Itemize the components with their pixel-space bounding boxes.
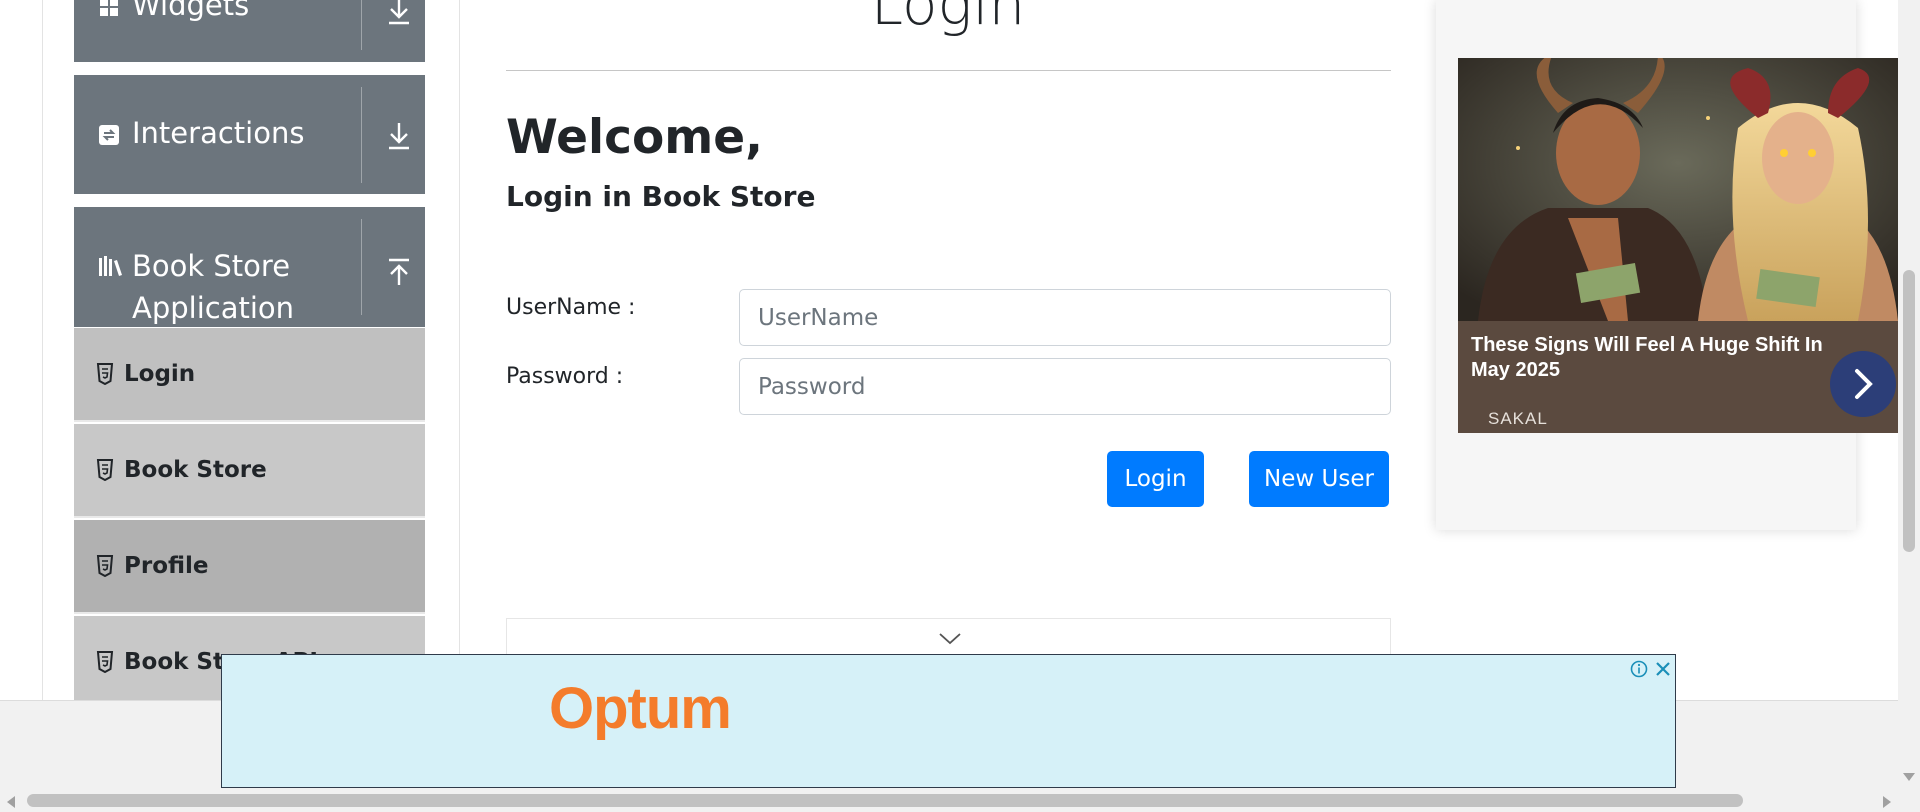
password-input[interactable] xyxy=(739,358,1391,415)
interactions-icon xyxy=(99,125,119,145)
sidebar-group-interactions[interactable]: Interactions xyxy=(74,75,425,194)
sidebar-item-label: Login xyxy=(124,361,196,387)
horizontal-scrollbar-thumb[interactable] xyxy=(27,794,1743,807)
welcome-heading: Welcome, xyxy=(506,110,764,165)
arrow-down-icon[interactable] xyxy=(386,0,412,26)
username-input[interactable] xyxy=(739,289,1391,346)
ad-next-button[interactable] xyxy=(1830,351,1896,417)
html5-icon xyxy=(96,459,114,481)
sidebar-group-label: Interactions xyxy=(132,116,305,150)
html5-icon xyxy=(96,555,114,577)
chevron-right-icon xyxy=(1855,369,1873,399)
ad-image xyxy=(1458,58,1898,321)
left-column-border xyxy=(42,0,43,700)
bottom-ad-banner[interactable]: Optum xyxy=(221,654,1676,788)
sidebar-group-label: Widgets xyxy=(132,0,250,22)
sidebar-item-label: Book Store xyxy=(124,457,267,483)
new-user-button[interactable]: New User xyxy=(1249,451,1389,507)
page-title: Login xyxy=(870,0,1026,38)
sidebar-item-book-store[interactable]: Book Store xyxy=(74,424,425,518)
sidebar-item-login[interactable]: Login xyxy=(74,328,425,422)
html5-icon xyxy=(96,651,114,673)
side-ad-card[interactable]: These Signs Will Feel A Huge Shift In Ma… xyxy=(1458,58,1898,433)
sidebar-group-divider xyxy=(361,87,362,183)
arrow-up-icon[interactable] xyxy=(386,257,412,287)
html5-icon xyxy=(96,363,114,385)
sidebar-item-label: Profile xyxy=(124,553,209,579)
widgets-icon xyxy=(100,0,118,16)
sidebar-group-label-line2: Application xyxy=(132,291,295,325)
scroll-left-arrow-icon[interactable] xyxy=(6,795,16,809)
close-icon[interactable] xyxy=(1654,660,1672,678)
login-subheading: Login in Book Store xyxy=(506,180,816,213)
sidebar-item-profile[interactable]: Profile xyxy=(74,520,425,614)
sidebar-group-label: Book Store xyxy=(132,249,291,283)
vertical-scrollbar-thumb[interactable] xyxy=(1903,270,1915,552)
info-icon[interactable] xyxy=(1630,660,1648,678)
ad-headline[interactable]: These Signs Will Feel A Huge Shift In Ma… xyxy=(1471,333,1851,383)
sidebar-group-divider xyxy=(361,219,362,315)
title-divider xyxy=(506,70,1391,71)
sidebar-group-widgets[interactable]: Widgets xyxy=(74,0,425,62)
main-column-border xyxy=(459,0,460,700)
password-label: Password : xyxy=(506,364,624,389)
username-label: UserName : xyxy=(506,295,636,320)
ad-caption: These Signs Will Feel A Huge Shift In Ma… xyxy=(1458,321,1898,433)
collapse-panel[interactable] xyxy=(506,618,1391,658)
ad-source: SAKAL xyxy=(1488,409,1548,428)
login-button[interactable]: Login xyxy=(1107,451,1204,507)
scroll-right-arrow-icon[interactable] xyxy=(1882,795,1892,809)
chevron-down-icon[interactable] xyxy=(939,633,961,645)
sidebar-group-book-store-application[interactable]: Book Store Application xyxy=(74,207,425,327)
scroll-down-arrow-icon[interactable] xyxy=(1902,772,1916,782)
arrow-down-icon[interactable] xyxy=(386,121,412,151)
sidebar-group-divider xyxy=(361,0,362,50)
books-icon xyxy=(99,256,122,276)
ad-brand-logo: Optum xyxy=(549,676,732,741)
